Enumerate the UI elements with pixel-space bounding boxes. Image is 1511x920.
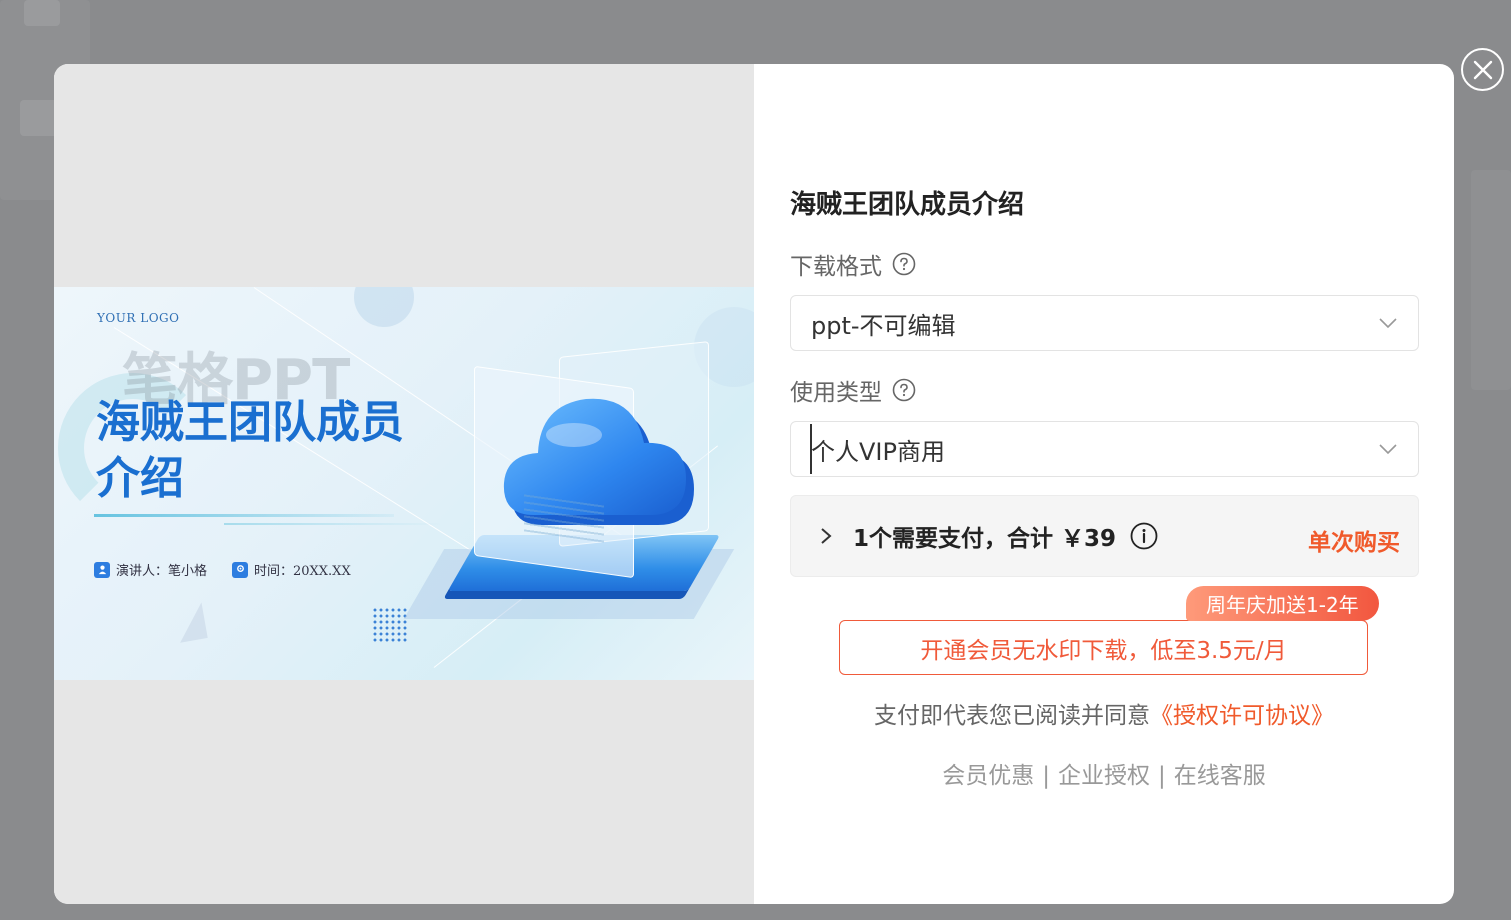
promo-badge: 周年庆加送1-2年	[1186, 586, 1379, 621]
enterprise-license-link[interactable]: 企业授权	[1058, 763, 1150, 789]
text-cursor	[810, 424, 812, 474]
preview-pane: YOUR LOGO 笔格PPT 海贼王团队成员介绍 演讲人：笔小格 时间：20X…	[54, 64, 754, 904]
time-label: 时间：20XX.XX	[254, 564, 351, 579]
download-form: 海贼王团队成员介绍 下载格式 ppt-不可编辑 使用类型 个人VIP商用 1个需…	[754, 64, 1454, 904]
decor-triangle	[146, 602, 208, 648]
usage-label: 使用类型	[790, 380, 882, 406]
close-button[interactable]	[1461, 48, 1504, 91]
decor-dots	[372, 607, 408, 643]
template-title: 海贼王团队成员介绍	[790, 190, 1025, 220]
question-circle-icon[interactable]	[892, 378, 916, 402]
usage-value: 个人VIP商用	[811, 437, 945, 466]
question-circle-icon[interactable]	[892, 252, 916, 276]
location-icon	[232, 561, 248, 578]
chevron-right-icon[interactable]	[817, 527, 835, 545]
title-underline	[224, 523, 444, 525]
member-discount-link[interactable]: 会员优惠	[942, 763, 1034, 789]
slide-title: 海贼王团队成员介绍	[96, 397, 404, 504]
download-modal: YOUR LOGO 笔格PPT 海贼王团队成员介绍 演讲人：笔小格 时间：20X…	[54, 64, 1454, 904]
separator: |	[1042, 763, 1050, 789]
usage-select[interactable]: 个人VIP商用	[790, 421, 1419, 477]
chevron-down-icon	[1379, 444, 1397, 455]
agreement-text: 支付即代表您已阅读并同意《授权许可协议》	[754, 696, 1454, 730]
title-underline	[94, 514, 394, 517]
separator: |	[1158, 763, 1166, 789]
close-icon	[1473, 60, 1492, 79]
online-support-link[interactable]: 在线客服	[1174, 763, 1266, 789]
slide-preview: YOUR LOGO 笔格PPT 海贼王团队成员介绍 演讲人：笔小格 时间：20X…	[54, 287, 754, 680]
format-select[interactable]: ppt-不可编辑	[790, 295, 1419, 351]
slide-logo: YOUR LOGO	[97, 311, 180, 325]
payment-summary: 1个需要支付，合计 ￥39 单次购买	[790, 495, 1419, 577]
vip-download-button[interactable]: 开通会员无水印下载，低至3.5元/月	[839, 620, 1368, 675]
format-value: ppt-不可编辑	[811, 311, 956, 340]
single-purchase-link[interactable]: 单次购买	[1308, 523, 1400, 557]
decor-bubble	[354, 287, 414, 327]
format-label: 下载格式	[790, 254, 882, 280]
usage-label-row: 使用类型	[790, 373, 916, 407]
format-label-row: 下载格式	[790, 247, 916, 281]
background-sidebar	[1471, 170, 1511, 390]
presenter-label: 演讲人：笔小格	[116, 564, 208, 579]
payment-total: 1个需要支付，合计 ￥39	[853, 526, 1117, 552]
info-circle-icon[interactable]	[1130, 522, 1158, 550]
footer-links: 会员优惠 | 企业授权 | 在线客服	[754, 756, 1454, 790]
license-agreement-link[interactable]: 《授权许可协议》	[1150, 703, 1334, 729]
presenter-meta: 演讲人：笔小格	[94, 560, 207, 579]
background-icon	[24, 0, 60, 26]
agreement-prefix: 支付即代表您已阅读并同意	[874, 703, 1150, 729]
chevron-down-icon	[1379, 318, 1397, 329]
user-icon	[94, 561, 110, 578]
time-meta: 时间：20XX.XX	[232, 560, 351, 579]
